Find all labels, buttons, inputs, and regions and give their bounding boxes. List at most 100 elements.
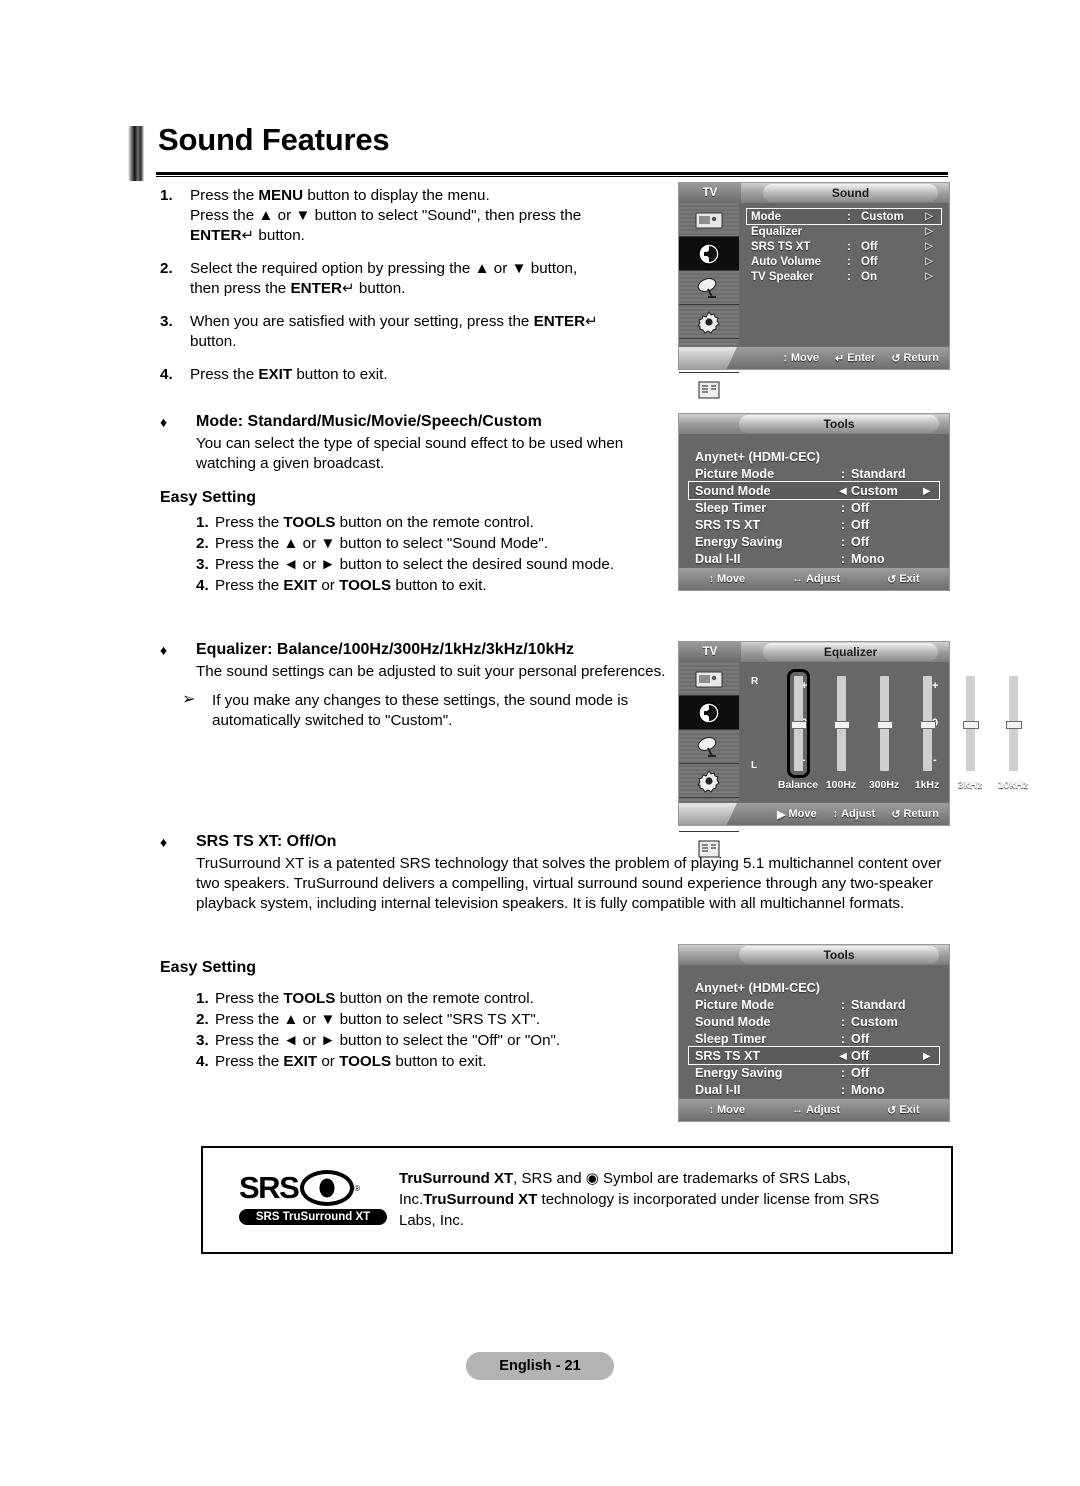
menu-row[interactable]: Auto Volume : Off ▷ — [747, 254, 941, 269]
sound-icon — [698, 242, 720, 265]
slider-track[interactable] — [877, 676, 893, 771]
slider-knob[interactable] — [1006, 721, 1022, 729]
row-value: Off — [851, 534, 870, 549]
help-label: Adjust — [841, 808, 876, 820]
slider-track[interactable] — [786, 669, 810, 778]
row-label: Energy Saving — [695, 1065, 783, 1080]
menu-row[interactable]: SRS TS XT : Off ▷ — [747, 239, 941, 254]
chevron-right-icon: ▷ — [925, 256, 933, 267]
sidebar-item-sound[interactable] — [679, 696, 739, 730]
slider-3khz[interactable]: 3kHz — [957, 676, 983, 791]
slider-knob[interactable] — [791, 721, 807, 729]
easy-setting-label: Easy Setting — [160, 489, 257, 506]
step-number: 3. — [160, 313, 173, 330]
menu-row[interactable]: Mode : Custom ▷ — [746, 208, 942, 225]
help-label: Move — [788, 808, 817, 820]
right-arrow-icon: ▶ — [777, 808, 786, 821]
menu-row[interactable]: Energy Saving : Off — [689, 533, 939, 550]
menu-row[interactable]: SRS TS XT : Off — [689, 516, 939, 533]
srs-wordmark: SRS — [239, 1170, 300, 1205]
row-label: Picture Mode — [695, 997, 775, 1012]
menu-row[interactable]: TV Speaker : On ▷ — [747, 269, 941, 284]
slider-track[interactable] — [834, 676, 850, 771]
row-colon: : — [847, 240, 851, 253]
slider-track[interactable] — [1006, 676, 1022, 771]
step-number: 4. — [196, 577, 209, 594]
help-adjust: ↕ Adjust — [833, 808, 876, 820]
osd-tools-srs: Tools Anynet+ (HDMI-CEC) Picture Mode : … — [678, 944, 950, 1122]
sidebar-item-picture[interactable] — [679, 662, 739, 696]
help-bar-tab — [679, 347, 737, 369]
menu-row[interactable]: SRS TS XT ◄ Off ► — [688, 1046, 940, 1065]
sidebar-item-setup[interactable] — [679, 764, 739, 798]
chevron-right-icon: ▷ — [925, 271, 933, 282]
row-value: Custom — [851, 1014, 898, 1029]
help-move: ↕ Move — [708, 1104, 745, 1116]
menu-row[interactable]: Anynet+ (HDMI-CEC) — [689, 448, 939, 465]
sidebar-item-setup[interactable] — [679, 305, 739, 339]
help-label: Adjust — [805, 573, 841, 585]
menu-row[interactable]: Dual I-II : Mono — [689, 550, 939, 567]
menu-row[interactable]: Picture Mode : Standard — [689, 465, 939, 482]
menu-row[interactable]: Sound Mode : Custom — [689, 1013, 939, 1030]
right-arrow-icon[interactable]: ► — [913, 1049, 933, 1063]
sidebar-item-support[interactable] — [679, 832, 739, 865]
menu-row[interactable]: Picture Mode : Standard — [689, 996, 939, 1013]
help-bar-tab — [679, 803, 737, 825]
row-label: Sleep Timer — [695, 500, 767, 515]
srs-trademark-text: TruSurround XT, SRS and ◉ Symbol are tra… — [399, 1170, 880, 1229]
slider-balance[interactable]: Balance — [778, 669, 818, 791]
leftright-arrow-icon: ↔ — [791, 573, 803, 585]
note-arrow-icon: ➢ — [182, 691, 196, 708]
registered-mark: ® — [354, 1183, 361, 1193]
row-separator: : — [840, 1065, 846, 1080]
step-text: Press the ▲ or ▼ button to select "Sound… — [215, 535, 548, 552]
slider-knob[interactable] — [963, 721, 979, 729]
help-label: Exit — [899, 1104, 920, 1116]
left-arrow-icon[interactable]: ◄ — [835, 484, 851, 498]
help-label: Move — [790, 352, 819, 364]
easy-setting-steps: 1. Press the TOOLS button on the remote … — [196, 988, 670, 1072]
left-arrow-icon[interactable]: ◄ — [835, 1049, 851, 1063]
slider-knob[interactable] — [877, 721, 893, 729]
slider-1khz[interactable]: 1kHz — [914, 676, 940, 791]
row-value: Custom — [851, 483, 898, 498]
menu-row[interactable]: Equalizer ▷ — [747, 224, 941, 239]
slider-100hz[interactable]: 100Hz — [826, 676, 856, 791]
sidebar-item-channel[interactable] — [679, 730, 739, 764]
row-colon: : — [847, 255, 851, 268]
osd-rows: Anynet+ (HDMI-CEC) Picture Mode : Standa… — [679, 965, 949, 1097]
enter-arrow-icon: ↵ — [834, 352, 845, 365]
menu-row[interactable]: Sleep Timer : Off — [689, 499, 939, 516]
menu-row[interactable]: Dual I-II : Mono — [689, 1081, 939, 1098]
help-adjust: ↔ Adjust — [792, 1104, 840, 1116]
slider-knob[interactable] — [834, 721, 850, 729]
slider-10khz[interactable]: 10kHz — [998, 676, 1028, 791]
menu-row[interactable]: Sound Mode ◄ Custom ► — [688, 481, 940, 500]
return-arrow-icon: ↺ — [887, 573, 897, 586]
menu-row[interactable]: Sleep Timer : Off — [689, 1030, 939, 1047]
row-separator: : — [840, 517, 846, 532]
slider-300hz[interactable]: 300Hz — [869, 676, 899, 791]
row-colon: : — [847, 210, 851, 223]
row-separator: : — [840, 551, 846, 566]
sidebar-item-support[interactable] — [679, 373, 739, 406]
menu-row[interactable]: Anynet+ (HDMI-CEC) — [689, 979, 939, 996]
slider-knob[interactable] — [920, 721, 936, 729]
help-label: Enter — [847, 352, 876, 364]
right-arrow-icon[interactable]: ► — [913, 484, 933, 498]
slider-track[interactable] — [920, 676, 936, 771]
title-rule-thin — [156, 176, 948, 177]
row-label: TV Speaker — [751, 270, 814, 283]
menu-row[interactable]: Energy Saving : Off — [689, 1064, 939, 1081]
help-exit: ↺ Exit — [887, 1104, 919, 1117]
help-label: Return — [903, 352, 939, 364]
osd-help-bar: ↕ Move ↵ Enter ↺ Return — [679, 347, 949, 369]
slider-track[interactable] — [963, 676, 979, 771]
sidebar-item-channel[interactable] — [679, 271, 739, 305]
sidebar-item-sound[interactable] — [679, 237, 739, 271]
sidebar-item-picture[interactable] — [679, 203, 739, 237]
list-item: 3. When you are satisfied with your sett… — [160, 312, 670, 352]
row-label: Dual I-II — [695, 551, 741, 566]
step-number: 1. — [160, 187, 173, 204]
